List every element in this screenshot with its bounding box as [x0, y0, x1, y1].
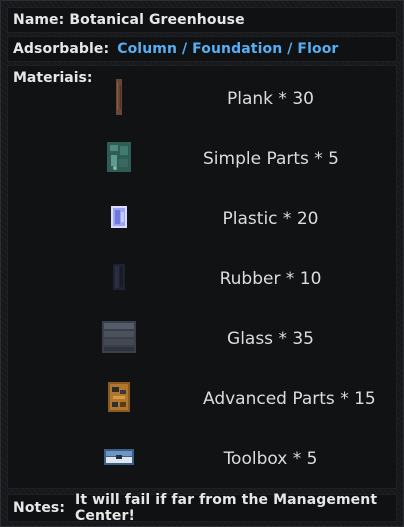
material-text: Advanced Parts * 15 [203, 389, 376, 409]
blueprint-info-panel: Name: Botanical Greenhouse Adsorbable: C… [0, 0, 404, 527]
notes-row: Notes: It will fail if far from the Mana… [7, 492, 397, 524]
material-text: Plastic * 20 [222, 209, 319, 229]
material-text: Glass * 35 [227, 329, 314, 349]
name-label: Name: [13, 12, 65, 28]
material-item-plank: Plank * 30 [8, 69, 396, 129]
material-text: Simple Parts * 5 [203, 149, 339, 169]
adsorbable-row: Adsorbable: Column / Foundation / Floor [7, 36, 397, 62]
notes-label: Notes: [13, 500, 66, 516]
name-value: Botanical Greenhouse [69, 12, 245, 28]
material-item-rubber: Rubber * 10 [8, 249, 396, 309]
material-item-plastic: Plastic * 20 [8, 189, 396, 249]
material-item-advanced-parts: Advanced Parts * 15 [8, 369, 396, 429]
materials-box: Materiais: Plank * 30 Simple Parts * 5 P… [7, 65, 397, 489]
adsorbable-value: Column / Foundation / Floor [117, 41, 339, 57]
advanced-parts-icon [108, 382, 130, 416]
plastic-icon [111, 206, 127, 232]
notes-value: It will fail if far from the Management … [75, 492, 378, 524]
name-row: Name: Botanical Greenhouse [7, 7, 397, 33]
material-item-simple-parts: Simple Parts * 5 [8, 129, 396, 189]
plank-icon [115, 79, 123, 119]
material-item-glass: Glass * 35 [8, 309, 396, 369]
material-text: Plank * 30 [227, 89, 314, 109]
material-item-toolbox: Toolbox * 5 [8, 429, 396, 489]
adsorbable-label: Adsorbable: [13, 41, 110, 57]
toolbox-icon [104, 449, 134, 469]
glass-icon [102, 321, 136, 357]
material-text: Toolbox * 5 [223, 449, 318, 469]
material-text: Rubber * 10 [219, 269, 322, 289]
simple-parts-icon [107, 142, 131, 176]
rubber-icon [113, 264, 125, 294]
